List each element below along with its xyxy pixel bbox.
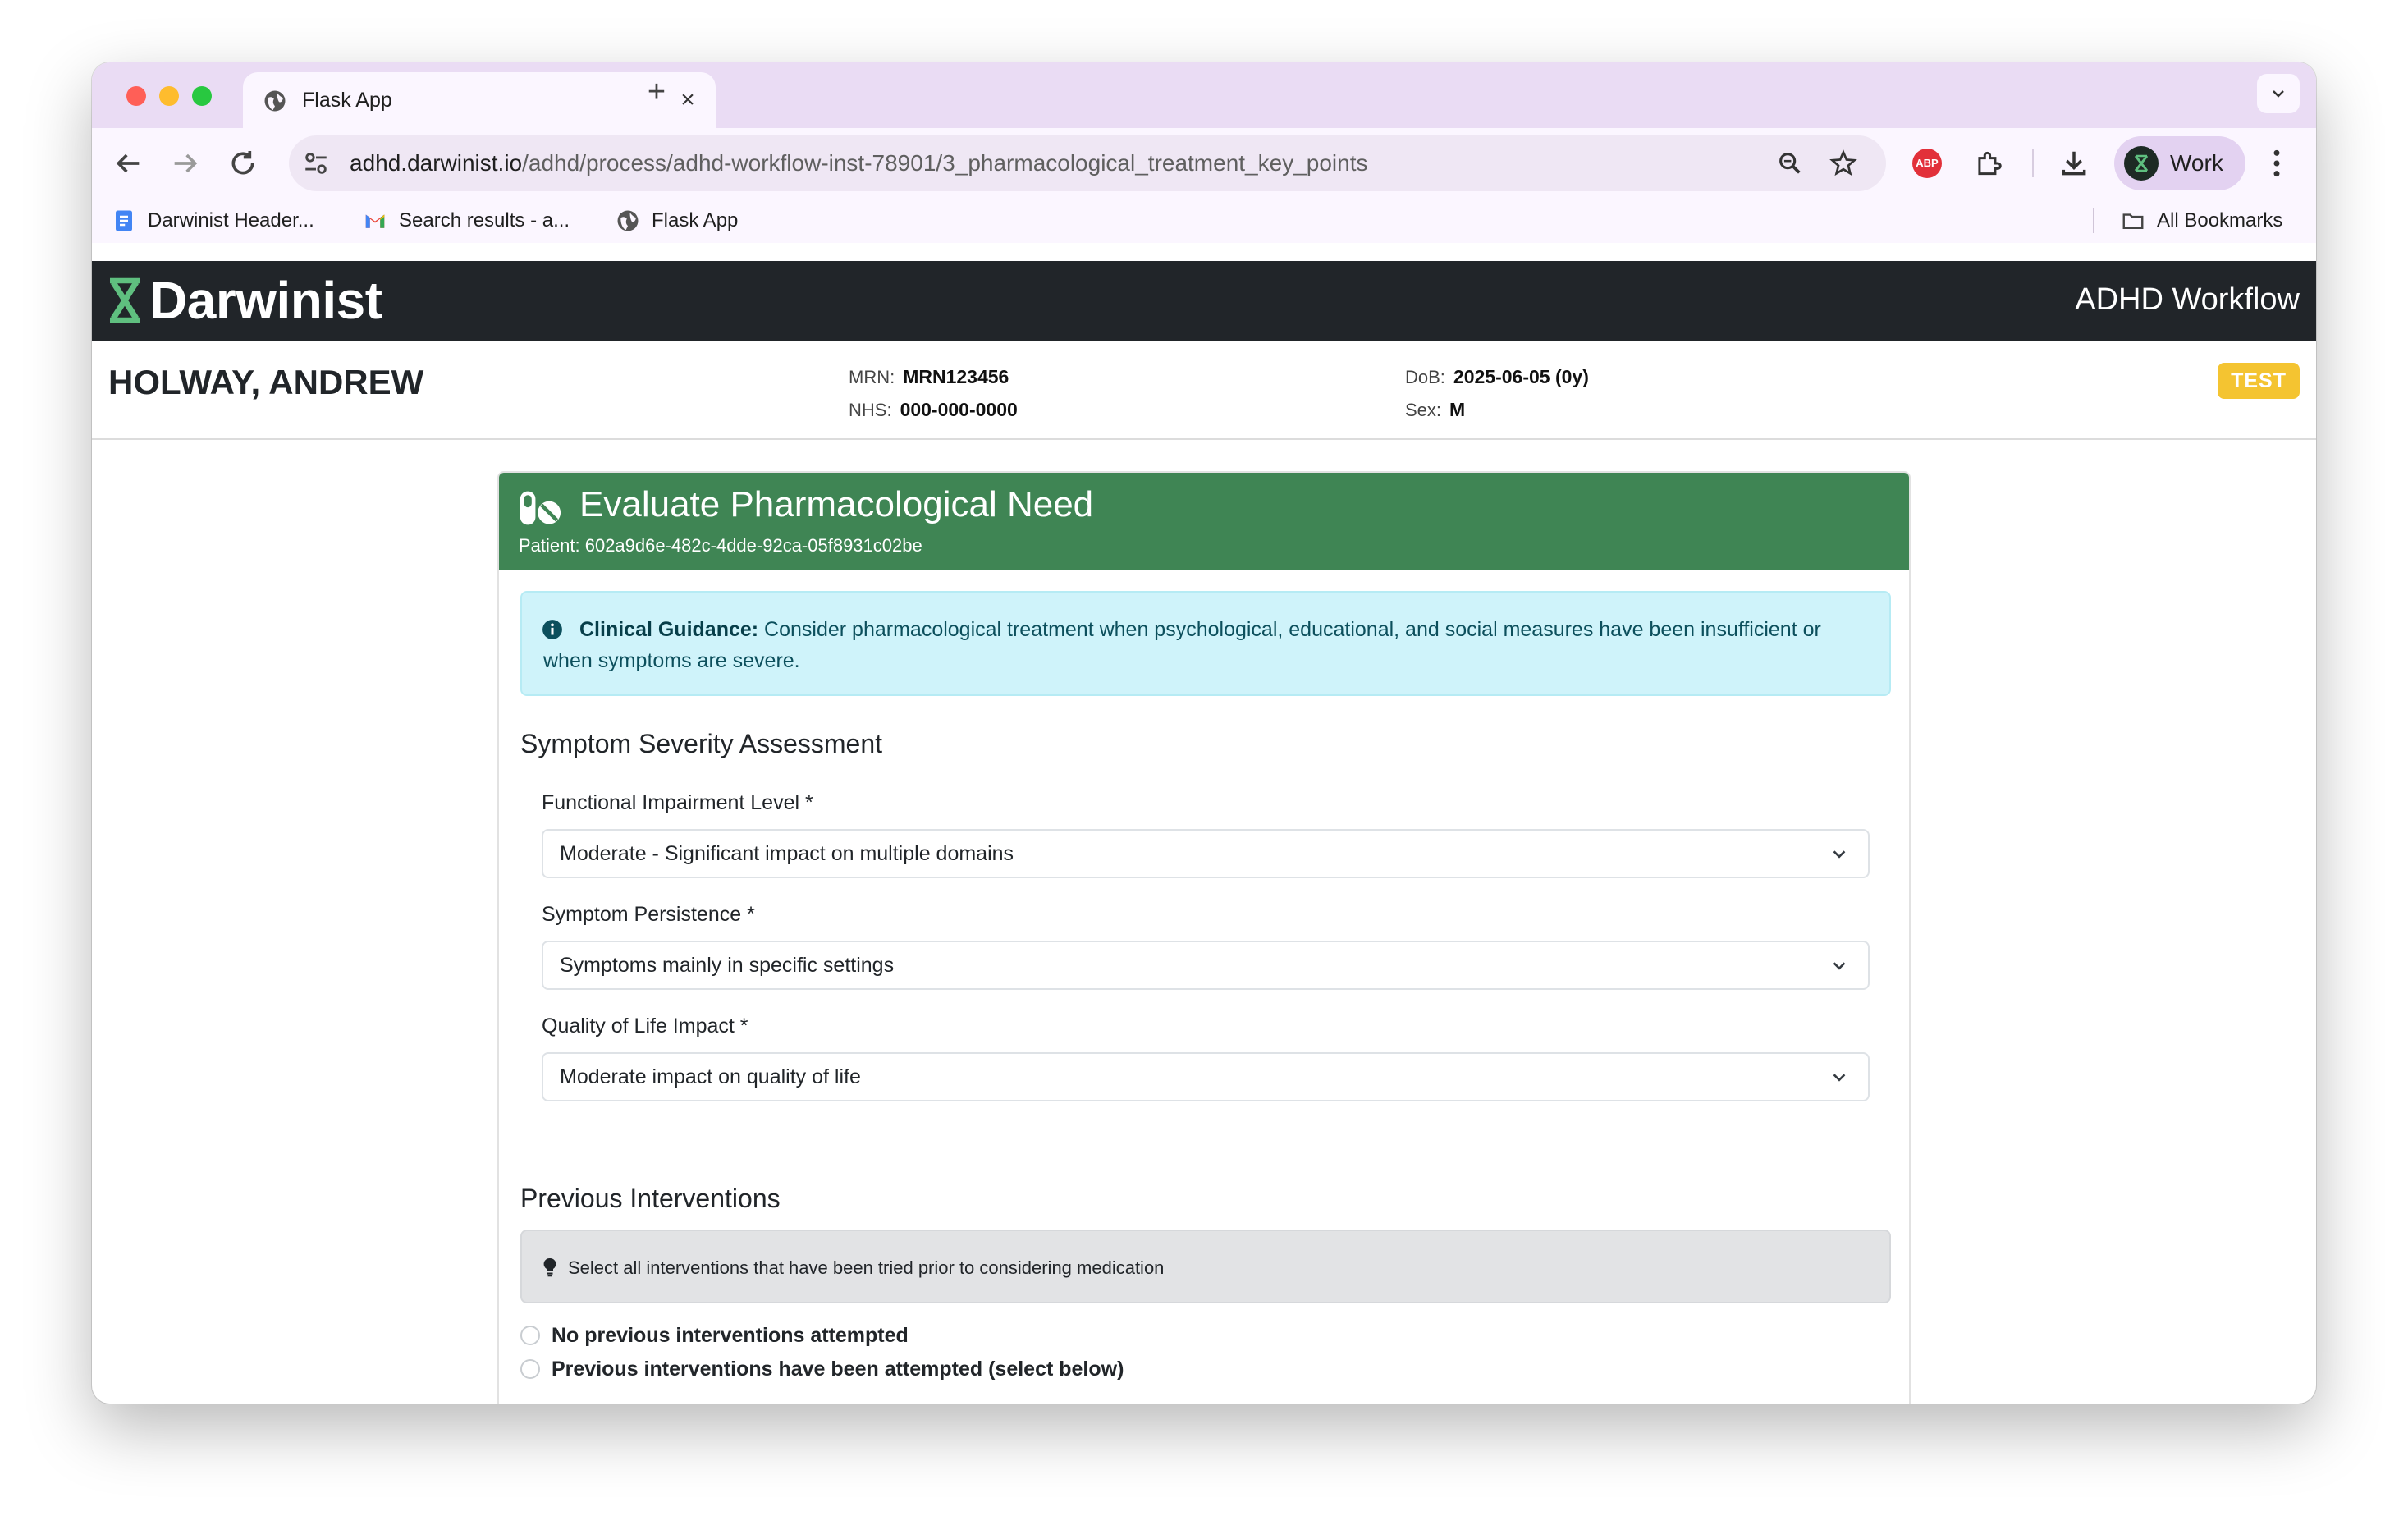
profile-label: Work	[2170, 150, 2223, 176]
docs-icon	[116, 210, 132, 231]
mrn-field: MRN: MRN123456	[849, 366, 1009, 388]
impairment-value: Moderate - Significant impact on multipl…	[560, 842, 1014, 865]
tab-title: Flask App	[302, 89, 392, 112]
bookmarks-bar: Darwinist Header... Search results - a..…	[92, 199, 2316, 243]
quality-of-life-select[interactable]: Moderate impact on quality of life	[542, 1052, 1870, 1101]
browser-window: Flask App × + adhd.darwinist.io/adhd/pro…	[92, 62, 2316, 1404]
folder-icon	[2122, 213, 2144, 229]
globe-icon	[617, 210, 639, 231]
persistence-label: Symptom Persistence *	[542, 903, 755, 926]
persistence-value: Symptoms mainly in specific settings	[560, 954, 895, 977]
toolbar-divider	[2032, 149, 2034, 177]
back-icon[interactable]	[112, 147, 144, 180]
card-header: Evaluate Pharmacological Need Patient: 6…	[499, 473, 1909, 570]
test-badge: TEST	[2218, 363, 2300, 399]
chevron-down-icon	[1833, 850, 1846, 859]
browser-toolbar: adhd.darwinist.io/adhd/process/adhd-work…	[92, 128, 2316, 199]
close-window-button[interactable]	[126, 86, 146, 106]
sex-label: Sex:	[1405, 400, 1442, 420]
url-path: /adhd/process/adhd-workflow-inst-78901/3…	[522, 150, 1368, 176]
profile-button[interactable]: Work	[2114, 136, 2245, 190]
tab-search-button[interactable]	[2257, 74, 2300, 113]
radio-label: Previous interventions have been attempt…	[552, 1357, 1124, 1381]
profile-avatar	[2124, 146, 2159, 181]
tab-bar: Flask App × +	[92, 62, 2316, 128]
more-menu-icon[interactable]	[2268, 148, 2285, 179]
nhs-label: NHS:	[849, 400, 892, 420]
all-bookmarks-button[interactable]: All Bookmarks	[2121, 205, 2282, 236]
pills-icon	[520, 491, 561, 525]
brand-name: Darwinist	[149, 271, 382, 330]
dob-value: 2025-06-05 (0y)	[1453, 366, 1589, 387]
bookmark-label: Darwinist Header...	[148, 209, 314, 231]
adblock-extension-icon[interactable]: ABP	[1912, 149, 1942, 178]
extensions-icon[interactable]	[1973, 148, 2004, 179]
mrn-value: MRN123456	[903, 366, 1009, 387]
card-title: Evaluate Pharmacological Need	[579, 484, 1094, 524]
quality-of-life-value: Moderate impact on quality of life	[560, 1065, 861, 1088]
url-text: adhd.darwinist.io/adhd/process/adhd-work…	[350, 150, 1368, 176]
dob-label: DoB:	[1405, 367, 1445, 387]
guidance-text: Clinical Guidance: Consider pharmacologi…	[543, 614, 1873, 676]
sex-value: M	[1449, 399, 1466, 420]
nhs-field: NHS: 000-000-0000	[849, 399, 1018, 421]
app-navbar: Darwinist ADHD Workflow	[92, 261, 2316, 341]
severity-section-title: Symptom Severity Assessment	[520, 729, 883, 758]
patient-banner: HOLWAY, ANDREW MRN: MRN123456 NHS: 000-000…	[92, 341, 2316, 440]
site-settings-icon[interactable]	[302, 149, 330, 177]
bookmarks-divider	[2093, 208, 2094, 233]
bookmark-star-icon[interactable]	[1829, 149, 1858, 178]
zoom-icon[interactable]	[1776, 149, 1804, 177]
address-bar[interactable]: adhd.darwinist.io/adhd/process/adhd-work…	[289, 135, 1886, 191]
chevron-down-icon	[1833, 962, 1846, 970]
radio-no-interventions[interactable]: No previous interventions attempted	[520, 1321, 909, 1349]
reload-icon[interactable]	[227, 147, 259, 180]
radio-previous-interventions[interactable]: Previous interventions have been attempt…	[520, 1355, 1124, 1383]
interventions-section-title: Previous Interventions	[520, 1184, 781, 1213]
impairment-label: Functional Impairment Level *	[542, 791, 813, 814]
radio-button[interactable]	[520, 1326, 540, 1345]
url-host: adhd.darwinist.io	[350, 150, 523, 176]
dna-icon	[2134, 154, 2149, 172]
quality-of-life-label: Quality of Life Impact *	[542, 1014, 748, 1037]
bookmark-search-results[interactable]: Search results - a...	[363, 205, 570, 236]
impairment-select[interactable]: Moderate - Significant impact on multipl…	[542, 829, 1870, 878]
gmail-icon	[365, 214, 385, 228]
bookmark-label: Search results - a...	[399, 209, 570, 231]
minimize-window-button[interactable]	[159, 86, 179, 106]
chevron-down-icon	[2273, 90, 2284, 98]
sex-field: Sex: M	[1405, 399, 1465, 421]
new-tab-button[interactable]: +	[640, 76, 673, 108]
nhs-value: 000-000-0000	[900, 399, 1018, 420]
evaluation-card: Evaluate Pharmacological Need Patient: 6…	[497, 471, 1911, 1404]
clinical-guidance-alert: Clinical Guidance: Consider pharmacologi…	[520, 591, 1891, 696]
mrn-label: MRN:	[849, 367, 895, 387]
all-bookmarks-label: All Bookmarks	[2157, 209, 2283, 231]
globe-icon	[264, 90, 286, 112]
radio-label: No previous interventions attempted	[552, 1323, 909, 1347]
lightbulb-icon	[543, 1257, 556, 1277]
chevron-down-icon	[1833, 1074, 1846, 1082]
persistence-select[interactable]: Symptoms mainly in specific settings	[542, 941, 1870, 990]
guidance-label: Clinical Guidance:	[579, 618, 759, 641]
download-icon[interactable]	[2058, 148, 2090, 179]
dob-field: DoB: 2025-06-05 (0y)	[1405, 366, 1589, 388]
dna-logo-icon	[110, 277, 140, 323]
brand-link[interactable]: Darwinist	[107, 271, 382, 330]
bookmark-flask-app[interactable]: Flask App	[616, 205, 738, 236]
radio-button[interactable]	[520, 1359, 540, 1379]
patient-id: Patient: 602a9d6e-482c-4dde-92ca-05f8931…	[519, 535, 922, 556]
bookmark-darwinist-header[interactable]: Darwinist Header...	[112, 205, 314, 236]
bookmark-label: Flask App	[652, 209, 739, 231]
maximize-window-button[interactable]	[192, 86, 212, 106]
interventions-hint: Select all interventions that have been …	[520, 1230, 1891, 1303]
forward-icon[interactable]	[169, 147, 202, 180]
hint-text: Select all interventions that have been …	[568, 1257, 1165, 1278]
close-tab-icon[interactable]: ×	[673, 85, 703, 115]
workflow-title: ADHD Workflow	[2075, 282, 2300, 317]
patient-name: HOLWAY, ANDREW	[108, 363, 424, 401]
